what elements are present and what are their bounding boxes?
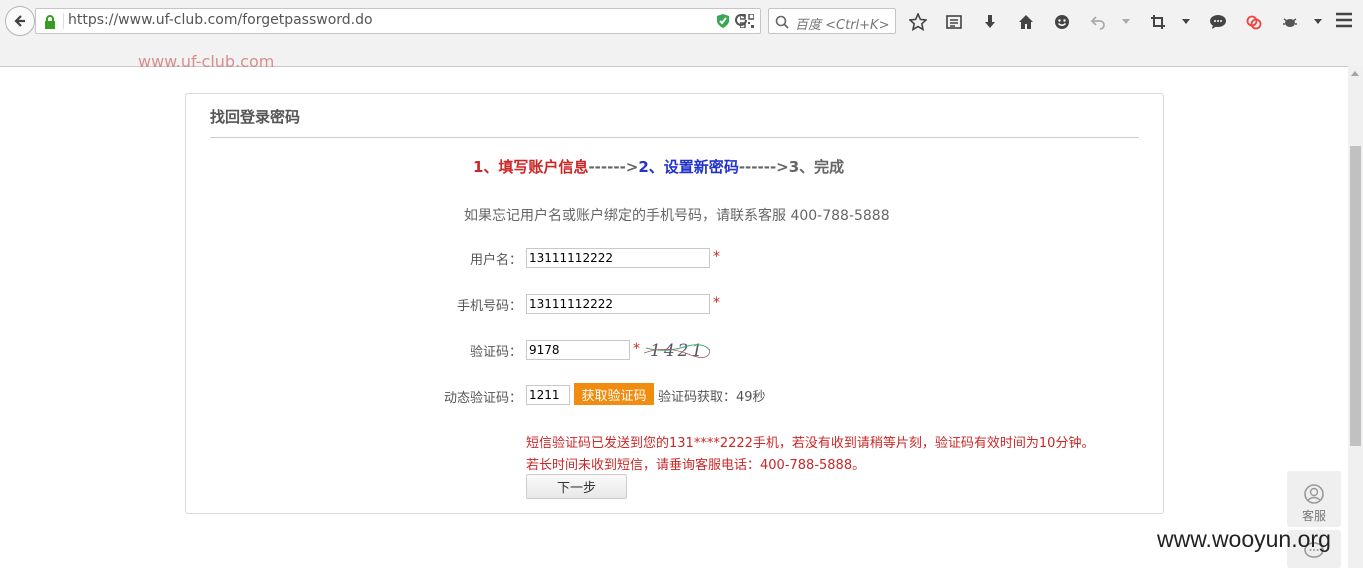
phone-required-mark: * xyxy=(713,295,720,311)
back-button[interactable] xyxy=(5,6,35,36)
captcha-input[interactable] xyxy=(526,340,630,360)
url-text[interactable]: https://www.uf-club.com/forgetpassword.d… xyxy=(68,12,373,28)
headset-icon xyxy=(1304,484,1324,504)
username-input[interactable] xyxy=(526,248,710,268)
customer-service-label: 客服 xyxy=(1301,509,1326,523)
title-divider xyxy=(210,137,1139,138)
undo-dropdown-icon[interactable] xyxy=(1122,11,1130,33)
contact-hint: 如果忘记用户名或账户绑定的手机号码，请联系客服 400-788-5888 xyxy=(464,208,890,224)
contact-support-message: 若长时间未收到短信，请垂询客服电话：400-788-5888。 xyxy=(526,458,866,473)
chat-bubble-icon[interactable] xyxy=(1206,11,1230,33)
reading-list-icon[interactable] xyxy=(942,11,966,33)
bookmark-star-icon[interactable] xyxy=(906,11,930,33)
phone-input[interactable] xyxy=(526,294,710,314)
url-bar[interactable]: https://www.uf-club.com/forgetpassword.d… xyxy=(35,8,761,34)
sms-code-input[interactable] xyxy=(526,385,570,405)
captcha-image[interactable]: 1421 xyxy=(644,339,710,361)
watermark: www.wooyun.org xyxy=(1157,526,1331,552)
link-rings-icon[interactable] xyxy=(1242,11,1266,33)
browser-toolbar: https://www.uf-club.com/forgetpassword.d… xyxy=(0,0,1363,46)
search-placeholder: 百度 <Ctrl+K> xyxy=(795,18,890,33)
partially-hidden-logo-text: www.uf-club.com xyxy=(138,52,275,71)
crop-dropdown-icon[interactable] xyxy=(1182,11,1190,33)
panel-title: 找回登录密码 xyxy=(210,108,301,126)
captcha-required-mark: * xyxy=(633,341,640,357)
download-icon[interactable] xyxy=(978,11,1002,33)
hamburger-menu-icon[interactable] xyxy=(1334,11,1354,33)
step-1: 1、填写账户信息 xyxy=(473,158,589,176)
customer-service-widget[interactable]: 客服 xyxy=(1287,471,1341,527)
step-3: 3、完成 xyxy=(788,158,845,176)
reload-icon[interactable] xyxy=(733,12,749,32)
sms-sent-message: 短信验证码已发送到您的131****2222手机，若没有收到请稍等片刻，验证码有… xyxy=(526,436,1095,451)
step-arrow-1: ------> xyxy=(588,158,639,176)
undo-icon[interactable] xyxy=(1086,11,1110,33)
get-code-button[interactable]: 获取验证码 xyxy=(574,383,654,405)
smiley-icon[interactable] xyxy=(1050,11,1074,33)
bug-dropdown-icon[interactable] xyxy=(1314,11,1322,33)
step-progress: 1、填写账户信息------>2、设置新密码------>3、完成 xyxy=(473,156,844,177)
username-label: 用户名： xyxy=(469,253,522,268)
search-bar[interactable]: 百度 <Ctrl+K> xyxy=(768,8,896,34)
url-separator xyxy=(63,13,64,29)
step-2: 2、设置新密码 xyxy=(638,158,739,176)
search-icon xyxy=(775,14,789,33)
code-countdown: 验证码获取：49秒 xyxy=(658,390,766,405)
back-arrow-icon xyxy=(14,15,25,27)
home-icon[interactable] xyxy=(1014,11,1038,33)
next-step-button[interactable]: 下一步 xyxy=(526,474,627,499)
toolbar-icons xyxy=(906,11,1334,33)
phone-label: 手机号码： xyxy=(456,299,522,314)
lock-icon xyxy=(44,14,56,33)
shield-icon[interactable] xyxy=(716,13,730,29)
bug-icon[interactable] xyxy=(1278,11,1302,33)
step-arrow-2: ------> xyxy=(738,158,789,176)
page-scrollbar[interactable] xyxy=(1348,66,1363,568)
scroll-up-arrow-icon[interactable] xyxy=(1351,71,1359,76)
sms-code-label: 动态验证码： xyxy=(443,391,522,406)
crop-icon[interactable] xyxy=(1146,11,1170,33)
username-required-mark: * xyxy=(713,249,720,265)
scroll-thumb[interactable] xyxy=(1350,146,1361,446)
captcha-label: 验证码： xyxy=(469,345,522,360)
